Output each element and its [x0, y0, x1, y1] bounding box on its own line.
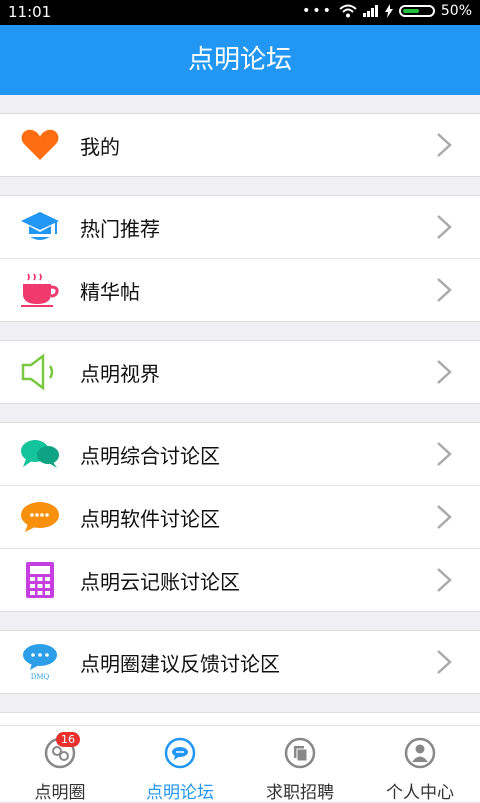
list-item-general[interactable]: 点明综合讨论区 [0, 423, 480, 485]
chevron-right-icon [437, 505, 452, 529]
tab-circle[interactable]: 16 点明圈 [0, 726, 120, 803]
tab-label: 个人中心 [386, 783, 454, 803]
list-item-feedback[interactable]: DMQ 点明圈建议反馈讨论区 [0, 631, 480, 693]
signal-icon [362, 5, 378, 17]
tab-profile[interactable]: 个人中心 [360, 726, 480, 803]
notification-badge: 16 [56, 732, 80, 747]
battery-level: 50% [440, 3, 472, 19]
calculator-icon [19, 559, 61, 601]
profile-tab-icon [404, 737, 436, 769]
notification-dots-icon: ••• [302, 3, 333, 19]
forum-tab-icon [164, 737, 196, 769]
list-item-cloud-accounting[interactable]: 点明云记账讨论区 [0, 548, 480, 611]
list-item-label: 点明视界 [80, 361, 160, 386]
group-mine: 我的 [0, 113, 480, 177]
chevron-right-icon [437, 278, 452, 302]
coffee-cup-icon [19, 269, 61, 311]
graduation-cap-icon [19, 206, 61, 248]
tab-label: 求职招聘 [266, 783, 334, 803]
tab-label: 点明圈 [34, 783, 86, 803]
chevron-right-icon [437, 215, 452, 239]
list-item-mine[interactable]: 我的 [0, 114, 480, 176]
chevron-right-icon [437, 568, 452, 592]
list-item-label: 点明综合讨论区 [80, 443, 220, 468]
speaker-icon [19, 351, 61, 393]
heart-icon [19, 124, 61, 166]
group-featured: 热门推荐 精华帖 [0, 195, 480, 322]
chevron-right-icon [437, 360, 452, 384]
forum-list: 我的 热门推荐 精华帖 点明视界 点明综合讨论区 点明软件讨论区 点明云记账讨论… [0, 95, 480, 725]
chevron-right-icon [437, 650, 452, 674]
group-partial [0, 712, 480, 725]
list-item-label: 精华帖 [80, 279, 140, 304]
list-item-vision[interactable]: 点明视界 [0, 341, 480, 403]
list-item-label: 点明圈建议反馈讨论区 [80, 651, 280, 676]
message-dots-icon [19, 496, 61, 538]
list-item-label: 点明软件讨论区 [80, 506, 220, 531]
list-item-software[interactable]: 点明软件讨论区 [0, 485, 480, 548]
battery-icon [398, 5, 435, 17]
tab-forum[interactable]: 点明论坛 [120, 726, 240, 803]
chevron-right-icon [437, 133, 452, 157]
jobs-tab-icon [284, 737, 316, 769]
tab-label: 点明论坛 [146, 783, 214, 803]
list-item-essence[interactable]: 精华帖 [0, 258, 480, 321]
group-forums: 点明综合讨论区 点明软件讨论区 点明云记账讨论区 [0, 422, 480, 612]
group-feedback: DMQ 点明圈建议反馈讨论区 [0, 630, 480, 694]
status-bar: 11:01 ••• 50% [0, 0, 480, 25]
list-item-hot[interactable]: 热门推荐 [0, 196, 480, 258]
group-vision: 点明视界 [0, 340, 480, 404]
tab-jobs[interactable]: 求职招聘 [240, 726, 360, 803]
chevron-right-icon [437, 442, 452, 466]
chat-bubbles-icon [19, 433, 61, 475]
dmq-text: DMQ [31, 673, 50, 681]
list-item-label: 我的 [80, 134, 120, 159]
wifi-icon [339, 4, 357, 18]
status-icons: ••• 50% [302, 3, 472, 19]
charging-icon [384, 4, 393, 18]
page-title: 点明论坛 [0, 25, 480, 95]
list-item-label: 热门推荐 [80, 216, 160, 241]
bottom-tab-bar: 16 点明圈 点明论坛 求职招聘 个人中心 [0, 725, 480, 803]
status-time: 11:01 [8, 3, 52, 21]
dmq-bubble-icon: DMQ [19, 641, 61, 683]
list-item-label: 点明云记账讨论区 [80, 569, 240, 594]
